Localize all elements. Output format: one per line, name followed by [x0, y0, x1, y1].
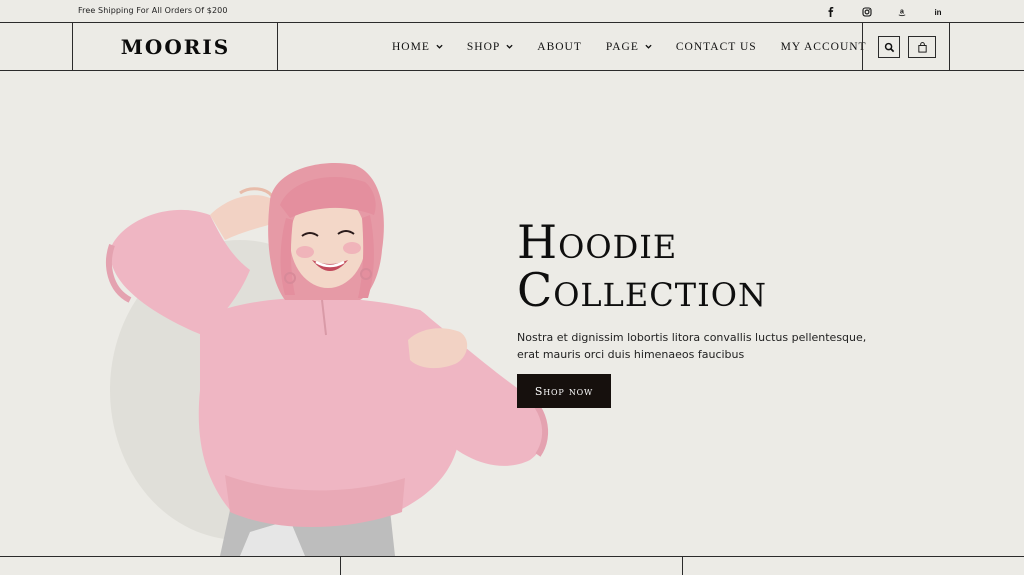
nav-about-label: ABOUT: [537, 40, 582, 53]
divider: [862, 23, 863, 70]
chevron-down-icon: [506, 44, 513, 49]
divider: [277, 23, 278, 70]
site-logo[interactable]: MOORIS: [73, 23, 278, 70]
nav-home-label: HOME: [392, 40, 430, 53]
main-nav: HOME SHOP ABOUT PAGE CONTACT US MY ACCOU…: [392, 23, 891, 70]
hero-title: Hoodie Collection: [517, 218, 767, 314]
cart-button[interactable]: [908, 36, 936, 58]
nav-page[interactable]: PAGE: [606, 41, 652, 53]
nav-shop-label: SHOP: [466, 40, 501, 53]
nav-my-account-label: MY ACCOUNT: [780, 40, 867, 53]
nav-my-account[interactable]: MY ACCOUNT: [781, 41, 867, 53]
chevron-down-icon: [436, 44, 443, 49]
main-header: MOORIS HOME SHOP ABOUT PAGE CONTACT US M…: [0, 23, 1024, 71]
shipping-promo-text: Free Shipping For All Orders Of $200: [78, 6, 228, 15]
nav-contact-us[interactable]: CONTACT US: [676, 41, 757, 53]
divider: [340, 557, 341, 575]
nav-about[interactable]: ABOUT: [537, 41, 582, 53]
nav-page-label: PAGE: [605, 40, 639, 53]
instagram-icon[interactable]: [860, 5, 874, 18]
facebook-icon[interactable]: [824, 5, 838, 18]
amazon-icon[interactable]: a: [895, 5, 909, 18]
shop-now-button[interactable]: Shop now: [517, 374, 611, 408]
svg-text:a: a: [900, 8, 904, 15]
search-button[interactable]: [878, 36, 900, 58]
shopping-bag-icon: [917, 41, 927, 53]
divider: [949, 23, 950, 70]
divider: [682, 557, 683, 575]
chevron-down-icon: [645, 44, 652, 49]
hero-description: Nostra et dignissim lobortis litora conv…: [517, 331, 867, 361]
search-icon: [884, 42, 894, 52]
bottom-strip: [0, 556, 1024, 575]
hero-model-image: [106, 163, 549, 556]
linkedin-icon[interactable]: in: [931, 5, 945, 18]
hero-title-line-2: Collection: [517, 263, 767, 317]
nav-shop[interactable]: SHOP: [467, 41, 513, 53]
svg-text:in: in: [934, 8, 941, 17]
top-bar: Free Shipping For All Orders Of $200 a i…: [0, 0, 1024, 23]
nav-contact-us-label: CONTACT US: [675, 40, 757, 53]
nav-home[interactable]: HOME: [392, 41, 443, 53]
hero-title-line-1: Hoodie: [517, 215, 678, 269]
